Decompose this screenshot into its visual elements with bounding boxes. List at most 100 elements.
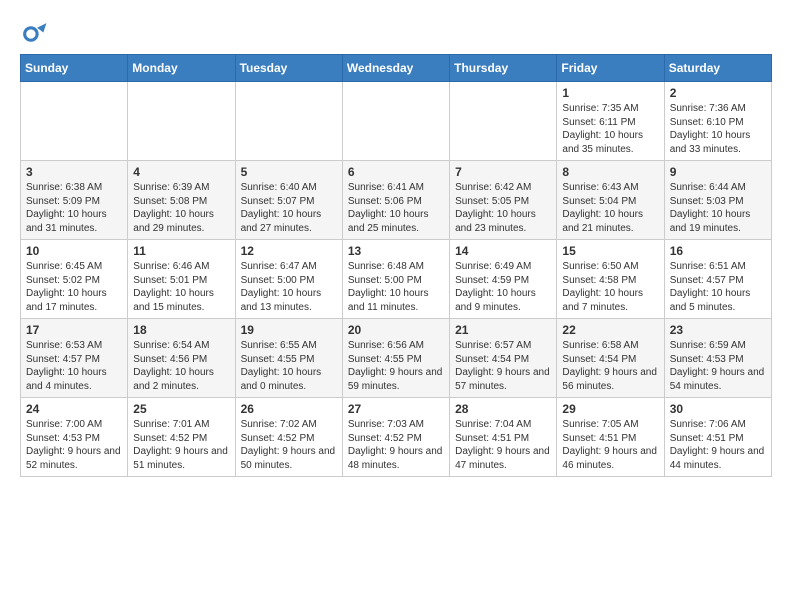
header-friday: Friday	[557, 55, 664, 82]
calendar-cell: 26 Sunrise: 7:02 AMSunset: 4:52 PMDayligh…	[235, 398, 342, 477]
calendar-cell: 28 Sunrise: 7:04 AMSunset: 4:51 PMDayligh…	[450, 398, 557, 477]
day-info: Sunrise: 6:56 AMSunset: 4:55 PMDaylight:…	[348, 339, 444, 393]
logo-icon	[20, 20, 48, 48]
calendar-cell: 21Sunrise: 6:57 AMSunset: 4:54 PMDayligh…	[450, 319, 557, 398]
day-number: 19	[241, 323, 337, 337]
day-info: Sunrise: 7:00 AMSunset: 4:53 PMDaylight:…	[26, 418, 122, 472]
calendar-cell: 7 Sunrise: 6:42 AMSunset: 5:05 PMDaylight…	[450, 161, 557, 240]
calendar-week-4: 24 Sunrise: 7:00 AMSunset: 4:53 PMDayligh…	[21, 398, 772, 477]
day-number: 20	[348, 323, 444, 337]
calendar-cell: 24 Sunrise: 7:00 AMSunset: 4:53 PMDayligh…	[21, 398, 128, 477]
day-number: 6	[348, 165, 444, 179]
calendar-cell: 17 Sunrise: 6:53 AMSunset: 4:57 PMDayligh…	[21, 319, 128, 398]
day-info: Sunrise: 6:42 AMSunset: 5:05 PMDaylight:…	[455, 181, 551, 235]
day-number: 27	[348, 402, 444, 416]
day-number: 18	[133, 323, 229, 337]
day-number: 8	[562, 165, 658, 179]
day-number: 10	[26, 244, 122, 258]
calendar-cell: 10 Sunrise: 6:45 AMSunset: 5:02 PMDayligh…	[21, 240, 128, 319]
day-info: Sunrise: 7:06 AMSunset: 4:51 PMDaylight:…	[670, 418, 766, 472]
day-number: 29	[562, 402, 658, 416]
calendar-week-3: 17 Sunrise: 6:53 AMSunset: 4:57 PMDayligh…	[21, 319, 772, 398]
calendar-cell: 15 Sunrise: 6:50 AMSunset: 4:58 PMDayligh…	[557, 240, 664, 319]
day-info: Sunrise: 6:47 AMSunset: 5:00 PMDaylight:…	[241, 260, 337, 314]
day-info: Sunrise: 6:59 AMSunset: 4:53 PMDaylight:…	[670, 339, 766, 393]
day-info: Sunrise: 6:53 AMSunset: 4:57 PMDaylight:…	[26, 339, 122, 393]
day-info: Sunrise: 7:01 AMSunset: 4:52 PMDaylight:…	[133, 418, 229, 472]
day-info: Sunrise: 6:49 AMSunset: 4:59 PMDaylight:…	[455, 260, 551, 314]
calendar-cell: 8 Sunrise: 6:43 AMSunset: 5:04 PMDaylight…	[557, 161, 664, 240]
calendar-cell: 6Sunrise: 6:41 AMSunset: 5:06 PMDaylight…	[342, 161, 449, 240]
day-info: Sunrise: 6:45 AMSunset: 5:02 PMDaylight:…	[26, 260, 122, 314]
day-number: 16	[670, 244, 766, 258]
calendar-cell: 22 Sunrise: 6:58 AMSunset: 4:54 PMDayligh…	[557, 319, 664, 398]
day-info: Sunrise: 6:48 AMSunset: 5:00 PMDaylight:…	[348, 260, 444, 314]
header-sunday: Sunday	[21, 55, 128, 82]
header-monday: Monday	[128, 55, 235, 82]
calendar-cell: 14Sunrise: 6:49 AMSunset: 4:59 PMDayligh…	[450, 240, 557, 319]
day-info: Sunrise: 6:40 AMSunset: 5:07 PMDaylight:…	[241, 181, 337, 235]
calendar-cell	[21, 82, 128, 161]
day-info: Sunrise: 6:39 AMSunset: 5:08 PMDaylight:…	[133, 181, 229, 235]
calendar-cell	[342, 82, 449, 161]
calendar-cell: 30Sunrise: 7:06 AMSunset: 4:51 PMDayligh…	[664, 398, 771, 477]
header-thursday: Thursday	[450, 55, 557, 82]
day-number: 4	[133, 165, 229, 179]
calendar-cell: 4 Sunrise: 6:39 AMSunset: 5:08 PMDaylight…	[128, 161, 235, 240]
day-number: 23	[670, 323, 766, 337]
day-info: Sunrise: 7:02 AMSunset: 4:52 PMDaylight:…	[241, 418, 337, 472]
day-number: 26	[241, 402, 337, 416]
day-number: 15	[562, 244, 658, 258]
day-info: Sunrise: 6:43 AMSunset: 5:04 PMDaylight:…	[562, 181, 658, 235]
calendar-cell: 29 Sunrise: 7:05 AMSunset: 4:51 PMDayligh…	[557, 398, 664, 477]
day-number: 24	[26, 402, 122, 416]
calendar-body: 1 Sunrise: 7:35 AMSunset: 6:11 PMDaylight…	[21, 82, 772, 477]
day-info: Sunrise: 6:46 AMSunset: 5:01 PMDaylight:…	[133, 260, 229, 314]
header-tuesday: Tuesday	[235, 55, 342, 82]
calendar-cell: 13 Sunrise: 6:48 AMSunset: 5:00 PMDayligh…	[342, 240, 449, 319]
day-number: 22	[562, 323, 658, 337]
day-number: 28	[455, 402, 551, 416]
day-number: 12	[241, 244, 337, 258]
weekday-header-row: Sunday Monday Tuesday Wednesday Thursday…	[21, 55, 772, 82]
day-info: Sunrise: 7:04 AMSunset: 4:51 PMDaylight:…	[455, 418, 551, 472]
calendar-week-1: 3Sunrise: 6:38 AMSunset: 5:09 PMDaylight…	[21, 161, 772, 240]
calendar-week-0: 1 Sunrise: 7:35 AMSunset: 6:11 PMDaylight…	[21, 82, 772, 161]
calendar-cell: 19 Sunrise: 6:55 AMSunset: 4:55 PMDayligh…	[235, 319, 342, 398]
day-info: Sunrise: 7:35 AMSunset: 6:11 PMDaylight:…	[562, 102, 658, 156]
calendar-cell: 27Sunrise: 7:03 AMSunset: 4:52 PMDayligh…	[342, 398, 449, 477]
day-info: Sunrise: 7:36 AMSunset: 6:10 PMDaylight:…	[670, 102, 766, 156]
day-info: Sunrise: 6:55 AMSunset: 4:55 PMDaylight:…	[241, 339, 337, 393]
day-number: 21	[455, 323, 551, 337]
day-number: 25	[133, 402, 229, 416]
day-number: 2	[670, 86, 766, 100]
day-number: 7	[455, 165, 551, 179]
day-number: 13	[348, 244, 444, 258]
logo	[20, 20, 52, 48]
header-wednesday: Wednesday	[342, 55, 449, 82]
day-info: Sunrise: 6:54 AMSunset: 4:56 PMDaylight:…	[133, 339, 229, 393]
calendar-cell: 12 Sunrise: 6:47 AMSunset: 5:00 PMDayligh…	[235, 240, 342, 319]
day-number: 17	[26, 323, 122, 337]
calendar-cell: 16 Sunrise: 6:51 AMSunset: 4:57 PMDayligh…	[664, 240, 771, 319]
calendar-cell: 2 Sunrise: 7:36 AMSunset: 6:10 PMDaylight…	[664, 82, 771, 161]
day-number: 1	[562, 86, 658, 100]
day-info: Sunrise: 6:51 AMSunset: 4:57 PMDaylight:…	[670, 260, 766, 314]
day-info: Sunrise: 6:50 AMSunset: 4:58 PMDaylight:…	[562, 260, 658, 314]
calendar-cell: 23 Sunrise: 6:59 AMSunset: 4:53 PMDayligh…	[664, 319, 771, 398]
day-info: Sunrise: 6:58 AMSunset: 4:54 PMDaylight:…	[562, 339, 658, 393]
calendar-cell: 11Sunrise: 6:46 AMSunset: 5:01 PMDayligh…	[128, 240, 235, 319]
calendar-header: Sunday Monday Tuesday Wednesday Thursday…	[21, 55, 772, 82]
day-info: Sunrise: 7:05 AMSunset: 4:51 PMDaylight:…	[562, 418, 658, 472]
calendar-container: Sunday Monday Tuesday Wednesday Thursday…	[0, 0, 792, 487]
calendar-table: Sunday Monday Tuesday Wednesday Thursday…	[20, 54, 772, 477]
calendar-cell	[235, 82, 342, 161]
calendar-cell: 1 Sunrise: 7:35 AMSunset: 6:11 PMDaylight…	[557, 82, 664, 161]
calendar-cell	[450, 82, 557, 161]
calendar-cell: 3Sunrise: 6:38 AMSunset: 5:09 PMDaylight…	[21, 161, 128, 240]
calendar-cell	[128, 82, 235, 161]
day-number: 5	[241, 165, 337, 179]
day-number: 9	[670, 165, 766, 179]
header-row	[20, 20, 772, 48]
calendar-week-2: 10 Sunrise: 6:45 AMSunset: 5:02 PMDayligh…	[21, 240, 772, 319]
